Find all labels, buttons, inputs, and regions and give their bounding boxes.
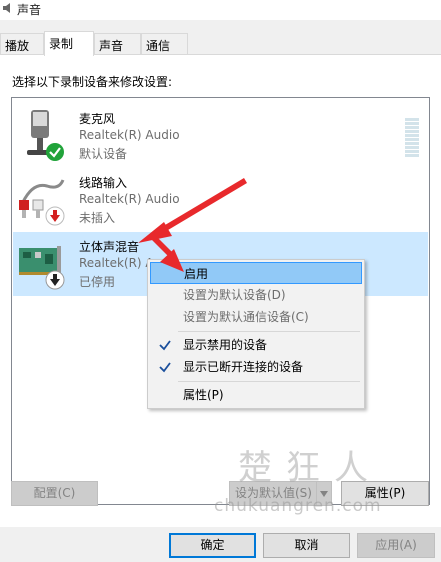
menu-item-set-default-comm[interactable]: 设置为默认通信设备(C) (150, 306, 362, 328)
title-bar: 声音 (0, 0, 441, 20)
instruction-text: 选择以下录制设备来修改设置: (12, 75, 173, 89)
tab-sounds[interactable]: 声音 (94, 33, 141, 55)
menu-item-label: 显示已断开连接的设备 (183, 360, 304, 374)
window-title: 声音 (17, 3, 42, 17)
green-check-badge-icon (46, 143, 64, 161)
configure-button[interactable]: 配置(C) (11, 481, 98, 506)
tab-playback[interactable]: 播放 (0, 33, 44, 55)
menu-item-properties[interactable]: 属性(P) (150, 384, 362, 406)
level-meter (405, 118, 419, 158)
menu-separator (178, 331, 360, 332)
device-status: 默认设备 (79, 147, 128, 161)
checkmark-icon (159, 340, 171, 351)
menu-item-show-disabled[interactable]: 显示禁用的设备 (150, 334, 362, 356)
apply-button[interactable]: 应用(A) (357, 533, 435, 558)
menu-separator (178, 381, 360, 382)
black-down-arrow-badge-icon (45, 270, 65, 290)
menu-item-set-default[interactable]: 设置为默认设备(D) (150, 284, 362, 306)
device-name: 立体声混音 (79, 240, 140, 254)
menu-item-enable[interactable]: 启用 (150, 262, 362, 284)
speaker-icon (3, 3, 10, 13)
device-name: 线路输入 (79, 176, 128, 190)
menu-item-show-disconnected[interactable]: 显示已断开连接的设备 (150, 356, 362, 378)
tab-strip: 播放 录制 声音 通信 (0, 31, 441, 56)
checkmark-icon (159, 362, 171, 373)
device-item-line-in[interactable]: 线路输入 Realtek(R) Audio 未插入 (13, 168, 428, 232)
tab-recording[interactable]: 录制 (44, 31, 94, 56)
device-driver: Realtek(R) Audio (79, 192, 180, 206)
device-status: 已停用 (79, 275, 116, 289)
device-name: 麦克风 (79, 112, 116, 126)
red-down-arrow-badge-icon (45, 206, 65, 226)
cancel-button[interactable]: 取消 (263, 533, 350, 558)
context-menu: 启用 设置为默认设备(D) 设置为默认通信设备(C) 显示禁用的设备 显示已断开… (147, 259, 365, 409)
device-driver: Realtek(R) Audio (79, 128, 180, 142)
tab-communications[interactable]: 通信 (141, 33, 188, 55)
menu-item-label: 显示禁用的设备 (183, 338, 268, 352)
ok-button[interactable]: 确定 (169, 533, 256, 558)
device-status: 未插入 (79, 211, 116, 225)
watermark-logo: 楚狂人 (238, 448, 382, 488)
device-driver: Realtek(R) A (79, 256, 154, 270)
watermark-url: chukuangren.com (214, 496, 382, 516)
device-item-microphone[interactable]: 麦克风 Realtek(R) Audio 默认设备 (13, 104, 428, 168)
